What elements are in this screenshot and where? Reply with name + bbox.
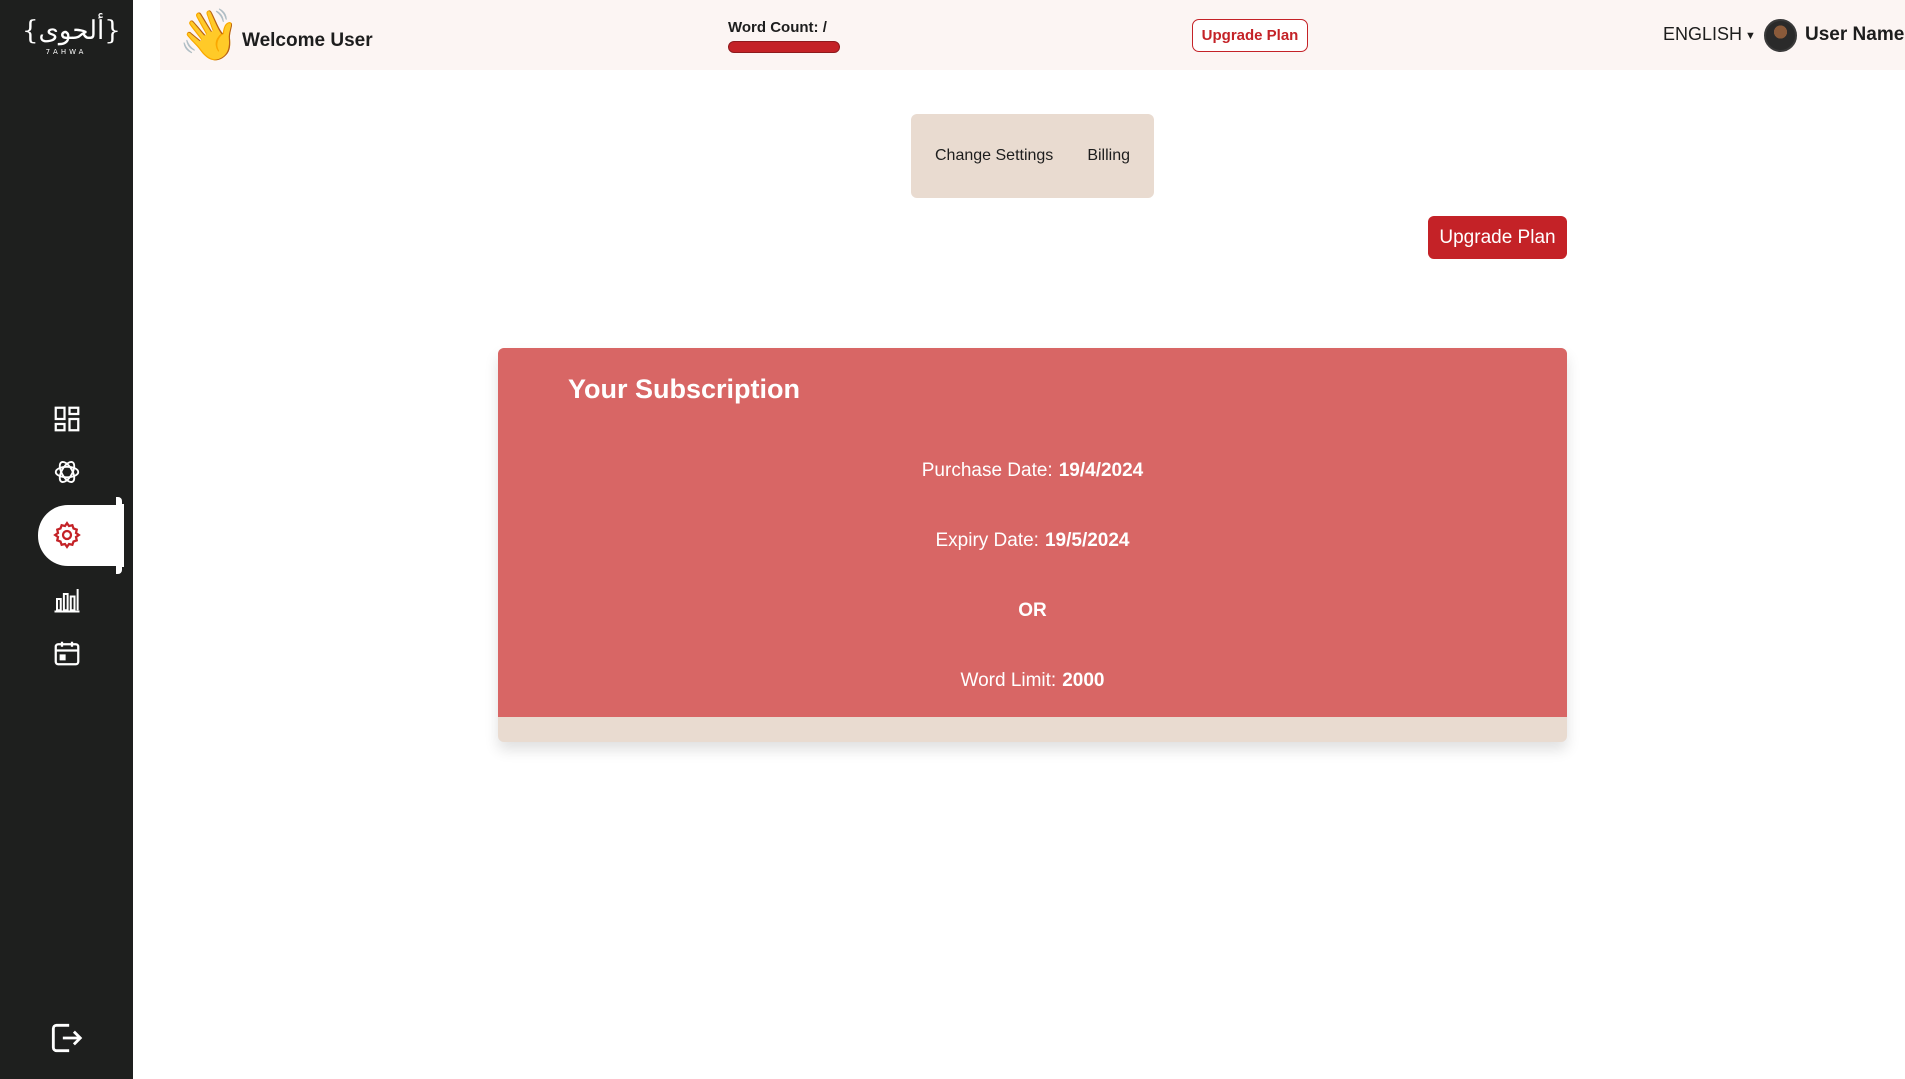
expiry-date-value: 19/5/2024 [1044, 530, 1130, 551]
settings-tabs: Change Settings Billing [911, 114, 1154, 198]
tab-billing[interactable]: Billing [1087, 147, 1130, 165]
purchase-date-label: Purchase Date: [921, 460, 1053, 481]
sidebar-item-ai[interactable] [50, 455, 84, 489]
logo-subtext: 7AHWA [45, 48, 87, 56]
welcome-text: Welcome User [242, 30, 373, 51]
word-limit-row: Word Limit: 2000 [498, 670, 1567, 692]
word-count-progress-bar [728, 41, 840, 53]
ai-chat-icon [54, 460, 80, 484]
sidebar-item-settings[interactable] [50, 518, 84, 552]
subscription-card-body: Your Subscription Purchase Date: 19/4/202… [498, 348, 1567, 717]
calendar-icon [54, 641, 80, 666]
logout-icon [51, 1023, 83, 1053]
analytics-icon [54, 589, 80, 613]
user-name[interactable]: User Name [1805, 24, 1904, 46]
waving-hand-icon: 👋 [178, 6, 241, 64]
sidebar: {ألحوى} 7AHWA [0, 0, 133, 1079]
expiry-date-row: Expiry Date: 19/5/2024 [498, 530, 1567, 552]
settings-icon [53, 521, 81, 549]
expiry-date-label: Expiry Date: [935, 530, 1039, 551]
word-count-label: Word Count: / [728, 19, 827, 36]
subscription-card: Your Subscription Purchase Date: 19/4/202… [498, 348, 1567, 742]
sidebar-item-calendar[interactable] [50, 636, 84, 670]
purchase-date-value: 19/4/2024 [1058, 460, 1144, 481]
logo-text: {ألحوى} [22, 16, 122, 46]
sidebar-item-analytics[interactable] [50, 582, 84, 616]
word-limit-value: 2000 [1062, 670, 1105, 691]
dashboard-icon [54, 406, 80, 432]
tab-change-settings[interactable]: Change Settings [935, 147, 1053, 165]
top-bar [160, 0, 1905, 70]
header-upgrade-plan-button[interactable]: Upgrade Plan [1192, 19, 1308, 52]
word-limit-label: Word Limit: [960, 670, 1057, 691]
purchase-date-row: Purchase Date: 19/4/2024 [498, 460, 1567, 482]
sidebar-item-logout[interactable] [46, 1018, 86, 1058]
chevron-down-icon: ▼ [1745, 29, 1756, 42]
avatar[interactable] [1764, 19, 1797, 52]
language-selector[interactable]: ENGLISH ▼ [1663, 24, 1756, 45]
app-logo[interactable]: {ألحوى} 7AHWA [22, 16, 122, 62]
or-separator: OR [1018, 600, 1047, 621]
upgrade-plan-button[interactable]: Upgrade Plan [1428, 216, 1567, 259]
subscription-title: Your Subscription [568, 374, 801, 404]
language-label: ENGLISH [1663, 24, 1743, 44]
sidebar-item-dashboard[interactable] [50, 402, 84, 436]
